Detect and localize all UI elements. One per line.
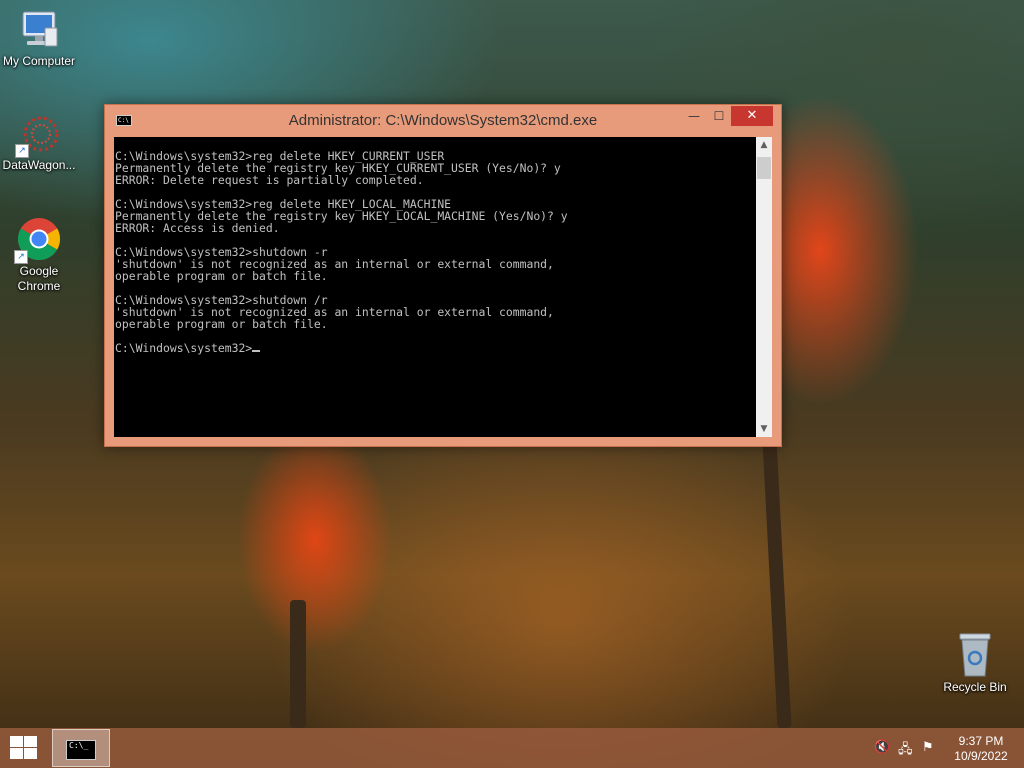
vertical-scrollbar[interactable]: ▲ ▼ — [756, 137, 772, 437]
volume-muted-icon[interactable]: 🔇 — [874, 740, 890, 755]
console-line: ERROR: Delete request is partially compl… — [115, 173, 424, 187]
wallpaper-stem — [290, 600, 306, 728]
clock-date: 10/9/2022 — [954, 749, 1008, 763]
desktop-icon-datawagon[interactable]: ↗ DataWagon... — [1, 112, 77, 173]
window-title: Administrator: C:\Windows\System32\cmd.e… — [288, 112, 598, 129]
desktop-icon-label: Recycle Bin — [943, 680, 1007, 694]
datawagon-icon: ↗ — [15, 112, 61, 158]
shortcut-arrow-icon: ↗ — [15, 144, 29, 158]
desktop-icon-google-chrome[interactable]: ↗ Google Chrome — [1, 216, 77, 294]
desktop-icon-my-computer[interactable]: My Computer — [1, 8, 77, 69]
cmd-taskbar-icon: C:\_ — [66, 740, 96, 760]
title-bar[interactable]: C:\ Administrator: C:\Windows\System32\c… — [105, 105, 781, 137]
network-icon[interactable]: 🖧 — [898, 740, 913, 762]
taskbar: C:\_ 🔇 🖧 ⚑ 9:37 PM 10/9/2022 — [0, 728, 1024, 768]
recycle-bin-icon — [955, 630, 995, 678]
console-output[interactable]: C:\Windows\system32>reg delete HKEY_CURR… — [114, 137, 756, 437]
start-button[interactable] — [8, 736, 38, 760]
wallpaper-stem — [762, 439, 792, 729]
text-cursor — [252, 350, 261, 352]
chrome-icon: ↗ — [14, 216, 62, 264]
desktop-icon-label: DataWagon... — [2, 158, 76, 172]
clock-time: 9:37 PM — [958, 734, 1004, 748]
scrollbar-thumb[interactable] — [757, 157, 771, 179]
minimize-button[interactable]: — — [681, 106, 707, 126]
console-line: operable program or batch file. — [115, 269, 328, 283]
scroll-up-arrow-icon[interactable]: ▲ — [756, 137, 772, 153]
console-line: operable program or batch file. — [115, 317, 328, 331]
desktop-icon-recycle-bin[interactable]: Recycle Bin — [937, 630, 1013, 695]
maximize-button[interactable]: ☐ — [707, 106, 731, 126]
taskbar-cmd-button[interactable]: C:\_ — [52, 729, 110, 767]
system-clock[interactable]: 9:37 PM 10/9/2022 — [948, 734, 1014, 764]
computer-icon — [17, 8, 61, 52]
desktop-icon-label-line2: Chrome — [17, 279, 61, 293]
cmd-window[interactable]: C:\ Administrator: C:\Windows\System32\c… — [104, 104, 782, 447]
desktop-icon-label: My Computer — [2, 54, 76, 68]
scroll-down-arrow-icon[interactable]: ▼ — [756, 421, 772, 437]
desktop-icon-label-line1: Google — [19, 264, 59, 278]
console-line: ERROR: Access is denied. — [115, 221, 280, 235]
console-prompt: C:\Windows\system32> — [115, 341, 253, 355]
close-button[interactable]: ✕ — [731, 106, 773, 126]
action-center-flag-icon[interactable]: ⚑ — [922, 740, 934, 755]
shortcut-arrow-icon: ↗ — [14, 250, 28, 264]
